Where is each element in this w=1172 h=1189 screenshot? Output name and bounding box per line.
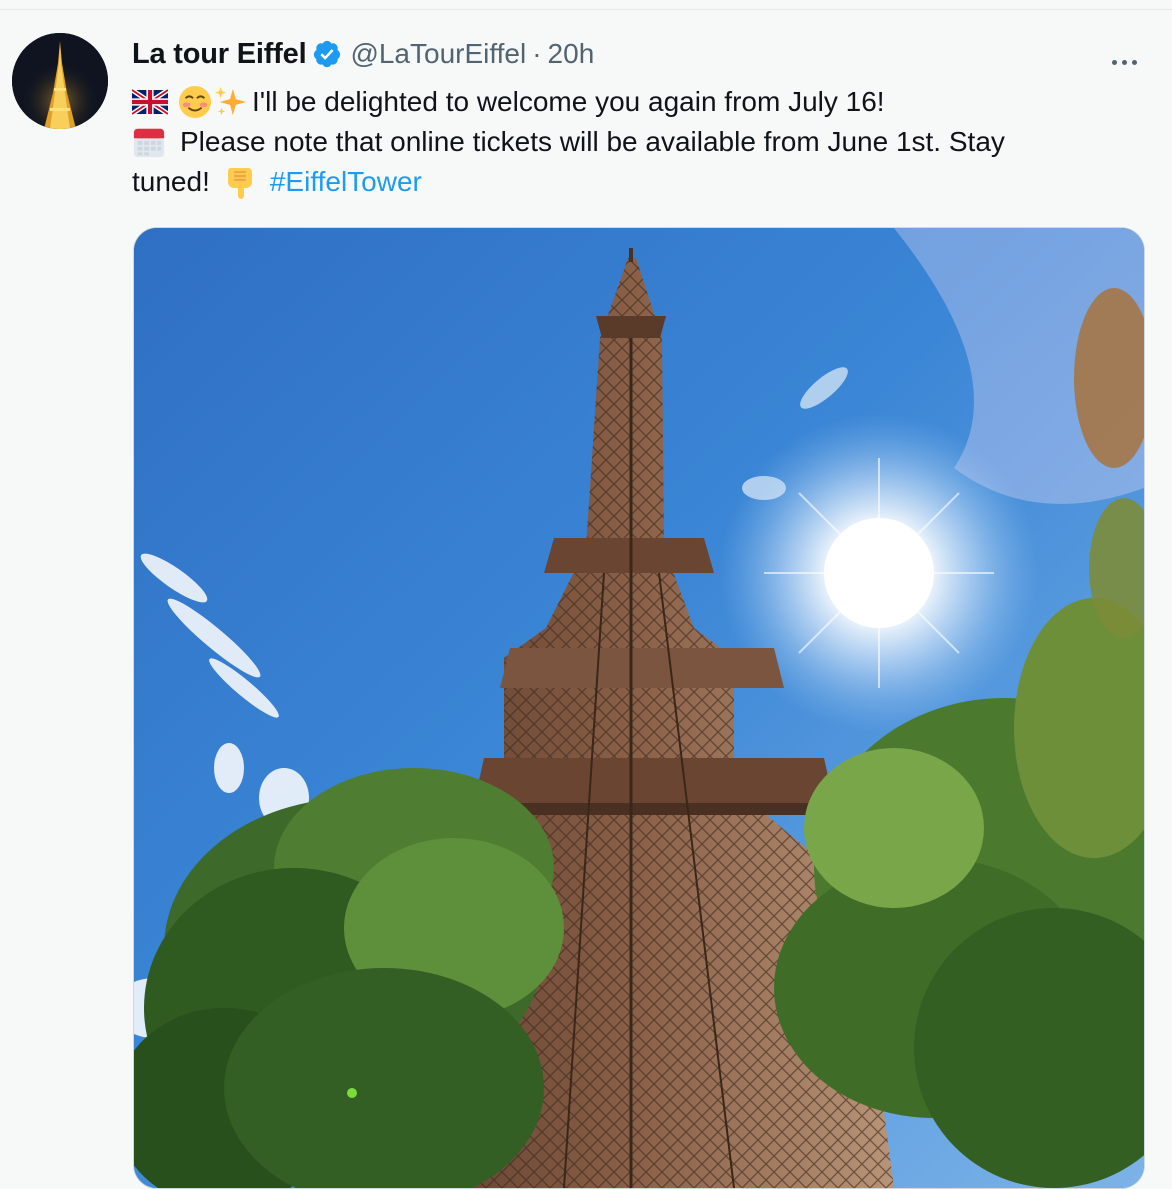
- uk-flag-icon: [132, 89, 168, 115]
- top-divider: [0, 0, 1172, 10]
- tweet-text-line-2: Please note that online tickets will be …: [180, 126, 1005, 157]
- tweet-line-3: tuned! #EiffelTower: [132, 162, 1092, 202]
- tweet-text-line-1: I'll be delighted to welcome you again f…: [252, 86, 885, 117]
- sparkles-icon: [214, 86, 247, 116]
- verified-badge-icon: [314, 40, 341, 68]
- tweet-header: La tour Eiffel @LaTourEiffel · 20h: [132, 34, 594, 74]
- separator-dot: ·: [532, 38, 542, 69]
- pointing-down-icon: [227, 168, 252, 199]
- timestamp[interactable]: 20h: [548, 38, 595, 70]
- more-dot-icon: [1121, 59, 1127, 65]
- smiling-face-icon: [178, 85, 212, 119]
- tweet-text-line-3: tuned!: [132, 166, 210, 197]
- more-dot-icon: [1131, 59, 1137, 65]
- tweet-text: I'll be delighted to welcome you again f…: [132, 82, 1092, 202]
- display-name[interactable]: La tour Eiffel: [132, 38, 307, 71]
- handle[interactable]: @LaTourEiffel: [350, 38, 526, 70]
- tweet[interactable]: La tour Eiffel @LaTourEiffel · 20h I'll …: [0, 10, 1172, 1189]
- eiffel-night-avatar-icon: [12, 33, 108, 129]
- calendar-icon: [133, 128, 165, 158]
- tweet-media-photo[interactable]: [133, 227, 1145, 1189]
- more-dot-icon: [1111, 59, 1117, 65]
- tweet-line-1: I'll be delighted to welcome you again f…: [132, 82, 1092, 122]
- more-options-button[interactable]: [1104, 42, 1144, 82]
- hashtag-link[interactable]: #EiffelTower: [270, 162, 422, 202]
- tweet-line-2: Please note that online tickets will be …: [132, 122, 1092, 162]
- avatar[interactable]: [12, 33, 108, 129]
- eiffel-tower-photo: [134, 228, 1144, 1188]
